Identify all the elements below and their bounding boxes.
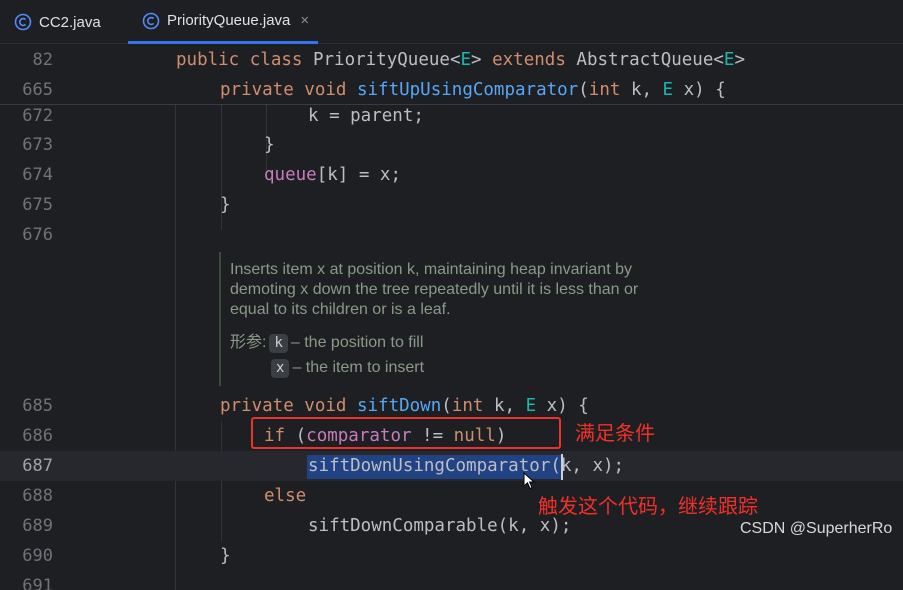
line-number: 676 <box>22 225 53 245</box>
ide-window: CC2.java PriorityQueue.java × 82 public … <box>0 0 903 590</box>
indent-guide <box>175 105 176 590</box>
line-number: 82 <box>32 50 53 70</box>
param-description: – the position to fill <box>290 334 424 351</box>
tab-cc2-java[interactable]: CC2.java <box>0 0 128 44</box>
line-number: 673 <box>22 135 53 155</box>
code-line: k = parent; <box>308 106 424 126</box>
code-line: } <box>220 546 231 566</box>
mouse-pointer-icon <box>523 472 535 490</box>
code-line-class-declaration: public class PriorityQueue<E> extends Ab… <box>176 50 746 70</box>
csdn-watermark: CSDN @SuperherRo <box>740 520 893 537</box>
line-number: 672 <box>22 106 53 126</box>
doc-params-label: 形参: <box>230 334 267 351</box>
code-line: } <box>220 195 231 215</box>
annotation-trigger-code: 触发这个代码，继续跟踪 <box>538 494 758 518</box>
line-number: 686 <box>22 426 53 446</box>
code-line-method-declaration: private void siftUpUsingComparator(int k… <box>220 80 726 100</box>
doc-param-x: x – the item to insert <box>268 358 424 378</box>
indent-guide <box>221 421 222 541</box>
text-caret <box>561 454 563 480</box>
doc-description-line: equal to its children or is a leaf. <box>230 301 451 318</box>
java-class-icon <box>14 13 32 31</box>
editor-tab-bar: CC2.java PriorityQueue.java × <box>0 0 903 44</box>
close-tab-icon[interactable]: × <box>300 12 309 29</box>
line-number: 689 <box>22 516 53 536</box>
code-line: else <box>264 486 307 506</box>
annotation-condition-met: 满足条件 <box>575 421 655 445</box>
java-class-icon <box>142 12 160 29</box>
annotation-highlight-box <box>251 417 561 449</box>
param-description: – the item to insert <box>292 359 425 376</box>
doc-description-line: Inserts item x at position k, maintainin… <box>230 261 632 278</box>
tab-label: CC2.java <box>39 13 101 31</box>
sticky-scroll-header[interactable]: 82 public class PriorityQueue<E> extends… <box>0 44 903 105</box>
doc-description-line: demoting x down the tree repeatedly unti… <box>230 281 639 298</box>
code-line: } <box>264 135 275 155</box>
line-number: 685 <box>22 396 53 416</box>
selected-method-name[interactable]: siftDownUsingComparator <box>308 456 550 476</box>
code-editor[interactable]: 82 public class PriorityQueue<E> extends… <box>0 44 903 590</box>
line-number: 688 <box>22 486 53 506</box>
tab-label: PriorityQueue.java <box>167 12 291 29</box>
line-number: 675 <box>22 195 53 215</box>
tab-priorityqueue-java[interactable]: PriorityQueue.java × <box>128 0 318 44</box>
param-name-chip: x <box>271 359 290 378</box>
line-number: 690 <box>22 546 53 566</box>
doc-param-k: 形参: k – the position to fill <box>230 333 423 353</box>
code-line: siftDownComparable(k, x); <box>308 516 572 536</box>
code-line-method-call: siftDownUsingComparator(k, x); <box>308 456 625 476</box>
line-number: 687 <box>22 456 53 476</box>
code-line: queue[k] = x; <box>264 165 401 185</box>
line-number: 691 <box>22 576 53 590</box>
line-number: 674 <box>22 165 53 185</box>
param-name-chip: k <box>269 334 288 353</box>
